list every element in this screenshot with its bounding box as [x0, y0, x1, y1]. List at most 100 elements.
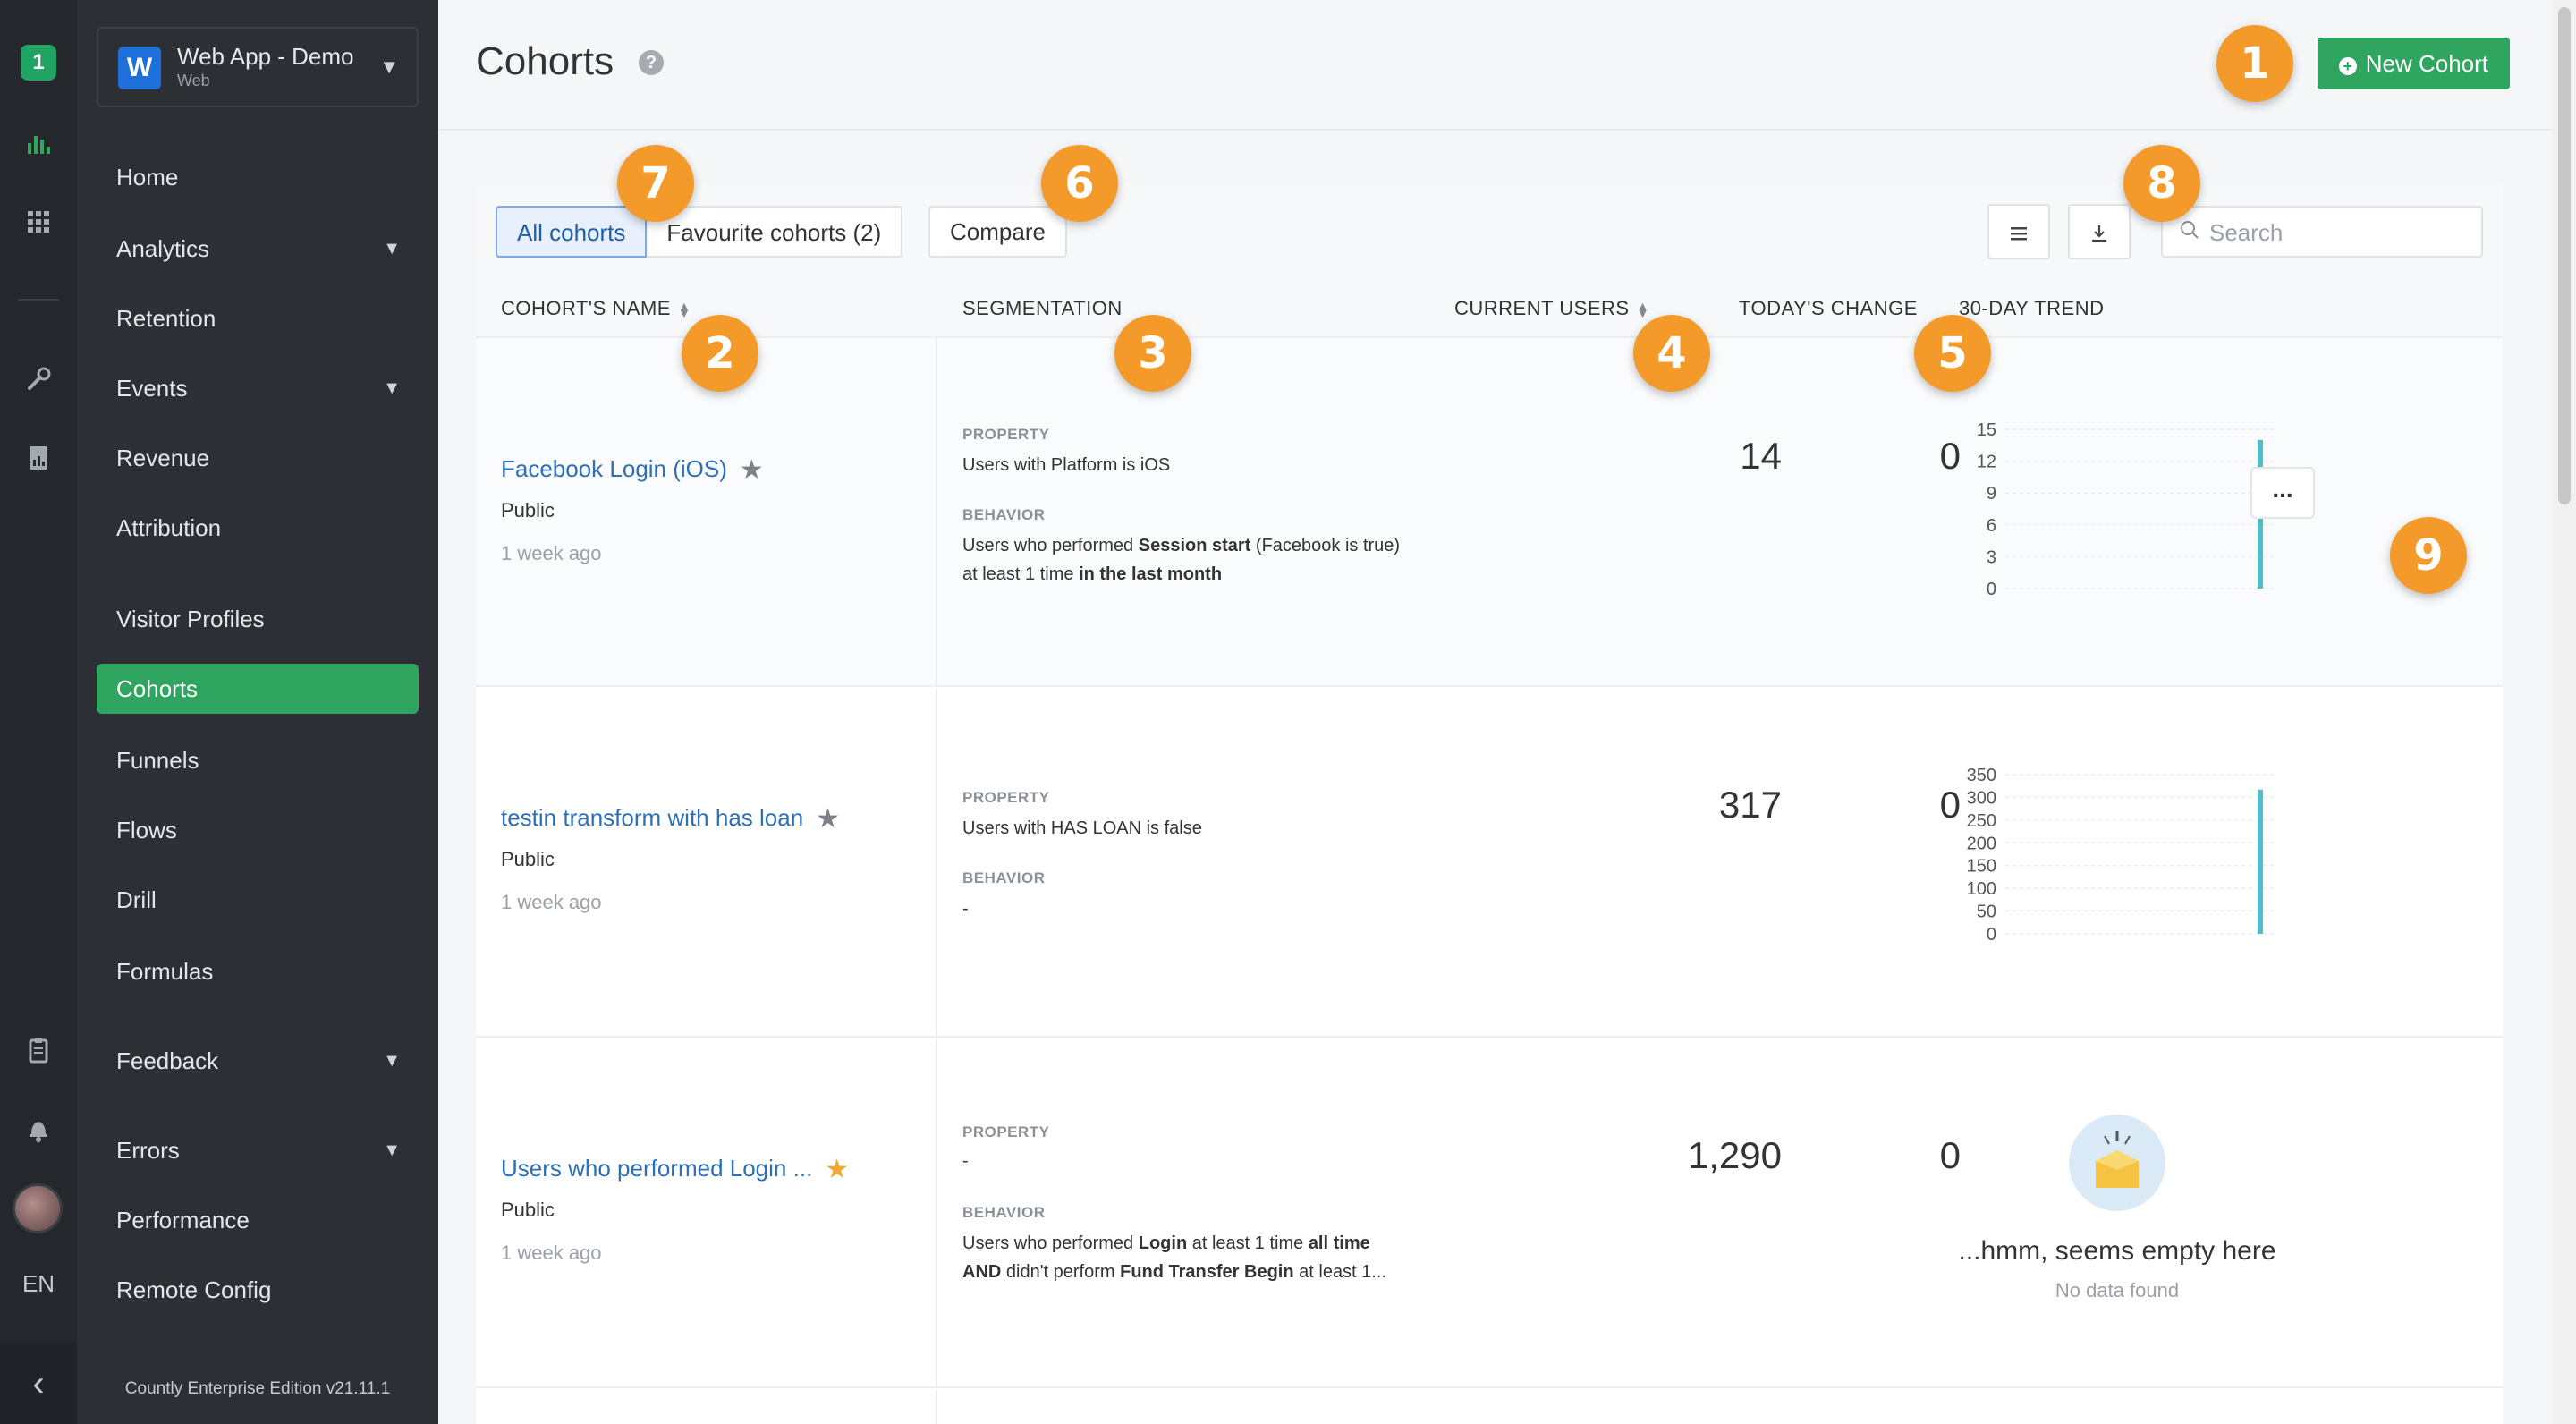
search-icon [2181, 221, 2199, 239]
cohorts-table-card: All cohorts Favourite cohorts (2) Compar… [476, 184, 2503, 1424]
annotation-badge: 3 [1114, 315, 1191, 392]
more-options-button[interactable]: ... [2250, 467, 2315, 519]
sort-icon[interactable]: ▲ ▼ [678, 300, 691, 319]
current-users-value: 14 [1740, 435, 1782, 477]
trend-chart: 050100150200250300350 [1967, 766, 2274, 943]
sidebar-item-funnels[interactable]: Funnels [97, 735, 419, 785]
wrench-icon[interactable] [24, 365, 53, 394]
y-tick-label: 6 [1987, 516, 1996, 536]
collapse-sidebar-icon[interactable]: ‹ [0, 1343, 77, 1424]
sidebar-item-retention[interactable]: Retention [97, 293, 419, 343]
empty-state: ...hmm, seems empty here No data found [1952, 1115, 2283, 1302]
table-row[interactable]: testin transform with has loan ★ Public 1… [476, 689, 2503, 1038]
page-scrollbar[interactable] [2553, 0, 2576, 1424]
bell-icon[interactable] [24, 1115, 53, 1143]
sidebar-item-flows[interactable]: Flows [97, 805, 419, 855]
app-switcher[interactable]: W Web App - Demo Web ▼ [97, 27, 419, 107]
sidebar-item-performance[interactable]: Performance [97, 1195, 419, 1245]
countly-logo-icon[interactable]: 1 [21, 45, 56, 81]
analytics-icon[interactable] [24, 129, 53, 157]
cohort-name[interactable]: testin transform with has loan [501, 804, 803, 831]
sidebar-item-home[interactable]: Home [97, 152, 419, 202]
search-input[interactable] [2209, 215, 2469, 250]
star-icon[interactable]: ★ [816, 804, 840, 834]
tab-all-cohorts[interactable]: All cohorts [496, 206, 648, 258]
cohort-updated-time: 1 week ago [501, 1242, 602, 1264]
report-icon[interactable] [24, 444, 53, 472]
sidebar-item-label: Attribution [116, 514, 222, 541]
search-field[interactable] [2161, 206, 2483, 258]
table-row[interactable]: Facebook Login (iOS) ★ Public 1 week ago … [476, 338, 2503, 687]
icon-rail: 1 EN ‹ [0, 0, 77, 1424]
empty-title: ...hmm, seems empty here [1958, 1236, 2276, 1266]
trend-bar [2258, 789, 2263, 934]
y-tick-label: 12 [1977, 453, 1996, 472]
column-divider [936, 1390, 937, 1424]
star-icon[interactable]: ★ [740, 455, 764, 485]
clipboard-icon[interactable] [24, 1036, 53, 1064]
compare-button[interactable]: Compare [928, 206, 1067, 258]
y-tick-label: 3 [1987, 547, 1996, 567]
property-label: PROPERTY [962, 426, 1050, 443]
behavior-text: Users who performed Session start (Faceb… [962, 536, 1401, 584]
sidebar-item-cohorts[interactable]: Cohorts [97, 664, 419, 714]
y-tick-label: 9 [1987, 484, 1996, 504]
property-label: PROPERTY [962, 789, 1050, 806]
new-cohort-button[interactable]: + New Cohort [2317, 38, 2510, 89]
scrollbar-thumb[interactable] [2558, 7, 2571, 504]
column-settings-icon[interactable] [1987, 204, 2050, 259]
cohort-name-link[interactable]: Facebook Login (iOS) ★ [501, 454, 764, 486]
sidebar-item-formulas[interactable]: Formulas [97, 946, 419, 996]
page-title: Cohorts [476, 39, 614, 83]
caret-down-icon: ▼ [383, 1051, 401, 1071]
sidebar-item-label: Remote Config [116, 1276, 272, 1303]
tab-favourite-cohorts[interactable]: Favourite cohorts (2) [647, 206, 903, 258]
behavior-label: BEHAVIOR [962, 506, 1046, 523]
help-icon[interactable]: ? [639, 50, 664, 75]
sidebar-item-feedback[interactable]: Feedback ▼ [97, 1036, 419, 1086]
apps-grid-icon[interactable] [24, 208, 53, 236]
cohort-name-link[interactable]: Users who performed Login ... ★ [501, 1154, 849, 1185]
sidebar-item-revenue[interactable]: Revenue [97, 433, 419, 483]
star-icon[interactable]: ★ [825, 1155, 849, 1184]
column-header-name[interactable]: COHORT'S NAME ▲ ▼ [501, 297, 691, 320]
cohort-name[interactable]: Facebook Login (iOS) [501, 455, 727, 482]
sidebar-item-drill[interactable]: Drill [97, 875, 419, 925]
language-selector[interactable]: EN [0, 1270, 77, 1298]
todays-change-value: 0 [1939, 1134, 1961, 1176]
current-users-value: 317 [1718, 784, 1782, 826]
cohort-visibility: Public [501, 848, 555, 870]
sidebar-item-label: Retention [116, 305, 216, 332]
sidebar-item-label: Feedback [116, 1047, 219, 1074]
y-tick-label: 350 [1967, 766, 1996, 785]
sidebar-item-errors[interactable]: Errors ▼ [97, 1125, 419, 1175]
version-label: Countly Enterprise Edition v21.11.1 [124, 1379, 391, 1398]
sidebar-item-visitor-profiles[interactable]: Visitor Profiles [97, 594, 419, 644]
annotation-badge: 4 [1633, 315, 1710, 392]
y-tick-label: 300 [1967, 788, 1996, 808]
sort-icon[interactable]: ▲ ▼ [1637, 300, 1649, 319]
cohort-visibility: Public [501, 499, 555, 521]
column-header-trend: 30-DAY TREND [1959, 297, 2105, 319]
cohort-filter-tabs: All cohorts Favourite cohorts (2) [496, 206, 903, 258]
empty-subtitle: No data found [2055, 1279, 2180, 1301]
sidebar-item-label: Visitor Profiles [116, 606, 265, 632]
sidebar-item-label: Performance [116, 1207, 250, 1233]
table-row [476, 1390, 2503, 1424]
property-text: - [962, 1151, 969, 1171]
y-tick-label: 0 [1987, 580, 1996, 598]
sidebar-item-events[interactable]: Events ▼ [97, 363, 419, 413]
main-content: Cohorts ? + New Cohort All cohorts Favour… [438, 0, 2553, 1424]
caret-down-icon: ▼ [383, 378, 401, 398]
table-row[interactable]: Users who performed Login ... ★ Public 1 … [476, 1039, 2503, 1388]
cohort-name-link[interactable]: testin transform with has loan ★ [501, 803, 840, 835]
sidebar-item-label: Flows [116, 817, 177, 843]
cohort-name[interactable]: Users who performed Login ... [501, 1155, 812, 1182]
sidebar-item-remote-config[interactable]: Remote Config [97, 1265, 419, 1315]
column-header-current-users[interactable]: CURRENT USERS ▲ ▼ [1454, 297, 1649, 320]
user-avatar[interactable] [13, 1183, 63, 1233]
sidebar-item-attribution[interactable]: Attribution [97, 503, 419, 553]
sidebar-item-label: Formulas [116, 958, 214, 985]
download-icon[interactable] [2068, 204, 2131, 259]
sidebar-item-analytics[interactable]: Analytics ▼ [97, 224, 419, 274]
